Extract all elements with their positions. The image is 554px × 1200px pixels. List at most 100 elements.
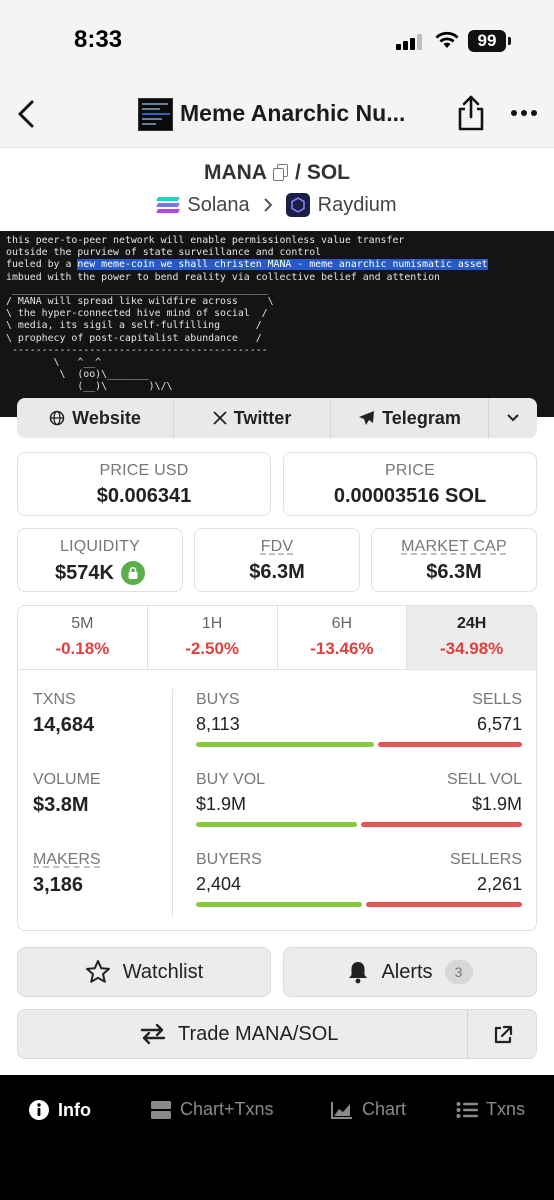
trade-button[interactable]: Trade MANA/SOL	[17, 1009, 537, 1059]
alerts-button[interactable]: Alerts 3	[283, 947, 537, 997]
more-options-button[interactable]	[506, 100, 542, 126]
buys-value: 8,113	[196, 714, 240, 734]
fdv-label[interactable]: FDV	[195, 538, 359, 556]
copy-icon[interactable]	[272, 164, 289, 182]
buyers-label: BUYERS	[196, 851, 262, 868]
terminal-line: (__)\ )\/\	[6, 381, 173, 393]
timeframe-tabs: 5M -0.18% 1H -2.50% 6H -13.46% 24H -34.9…	[18, 606, 536, 670]
buyers-ratio-bar	[196, 902, 522, 907]
wifi-icon	[435, 31, 459, 48]
raydium-logo-icon	[285, 193, 310, 217]
back-button[interactable]	[6, 92, 46, 136]
price-change: -34.98%	[439, 639, 504, 658]
watchlist-button[interactable]: Watchlist	[17, 947, 271, 997]
battery-tip	[508, 37, 511, 45]
token-thumbnail	[138, 98, 173, 131]
price-native-card: PRICE 0.00003516 SOL	[283, 452, 537, 516]
buy-vol-value: $1.9M	[196, 794, 247, 814]
txns-label: TXNS	[33, 691, 76, 708]
terminal-line: / MANA will spread like wildfire across …	[6, 296, 274, 308]
tab-1h[interactable]: 1H -2.50%	[148, 606, 278, 669]
trade-label: Trade MANA/SOL	[178, 1022, 339, 1045]
tab-5m[interactable]: 5M -0.18%	[18, 606, 148, 669]
pair-header: MANA / SOL Solana Raydium	[0, 149, 554, 231]
telegram-label: Telegram	[382, 407, 461, 428]
liquidity-row: $574K	[18, 561, 182, 585]
txns-stat: TXNS 14,684	[33, 691, 94, 737]
battery-indicator: 99	[468, 30, 506, 52]
chain-breadcrumb: Solana Raydium	[0, 193, 554, 217]
buyers-value: 2,404	[196, 874, 242, 894]
sell-vol-label: SELL VOL	[446, 771, 522, 788]
layout-icon	[151, 1100, 171, 1119]
fdv-card: FDV $6.3M	[194, 528, 360, 592]
price-usd-value: $0.006341	[96, 485, 192, 507]
more-dot	[511, 110, 517, 116]
price-native-value: 0.00003516 SOL	[333, 485, 487, 507]
tab-24h[interactable]: 24H -34.98%	[407, 606, 536, 669]
tab-info-label: Info	[58, 1099, 91, 1120]
star-icon	[85, 960, 110, 983]
terminal-line: \ the hyper-connected hive mind of socia…	[6, 308, 268, 320]
market-cap-label[interactable]: MARKET CAP	[372, 538, 536, 556]
watchlist-label: Watchlist	[122, 960, 204, 983]
share-icon	[458, 95, 484, 131]
solana-logo-icon	[156, 196, 181, 214]
liquidity-label: LIQUIDITY	[59, 538, 141, 555]
tab-6h[interactable]: 6H -13.46%	[278, 606, 408, 669]
timeframe-label: 5M	[71, 615, 94, 632]
quote-token-symbol: SOL	[306, 161, 350, 184]
terminal-line: ________________________________________…	[6, 283, 268, 295]
globe-icon	[49, 410, 65, 426]
lock-icon[interactable]	[120, 561, 145, 585]
terminal-line: outside the purview of state surveillanc…	[6, 247, 322, 259]
buy-portion	[196, 742, 375, 747]
pair-title: MANA / SOL	[0, 161, 554, 185]
share-button[interactable]	[454, 94, 488, 132]
twitter-label: Twitter	[233, 407, 292, 428]
bell-icon	[349, 962, 368, 984]
chain-name[interactable]: Solana	[187, 194, 249, 217]
more-dot	[531, 110, 537, 116]
price-change: -0.18%	[55, 639, 110, 658]
market-cap-value: $6.3M	[426, 561, 482, 583]
buys-label: BUYS	[196, 691, 240, 708]
timeframe-stats-panel: 5M -0.18% 1H -2.50% 6H -13.46% 24H -34.9…	[17, 605, 537, 931]
dex-name[interactable]: Raydium	[318, 194, 397, 217]
buy-vol-label: BUY VOL	[196, 771, 266, 788]
tab-chart[interactable]: Chart	[330, 1099, 406, 1120]
status-bar: 8:33 99	[0, 0, 554, 80]
makers-label[interactable]: MAKERS	[33, 851, 101, 869]
price-change: -2.50%	[185, 639, 240, 658]
terminal-line: \ media, its sigil a self-fulfilling /	[6, 320, 262, 332]
twitter-button[interactable]: Twitter	[174, 398, 331, 438]
telegram-icon	[359, 411, 375, 425]
sells-label: SELLS	[472, 691, 522, 708]
status-time: 8:33	[74, 26, 123, 53]
sells-value: 6,571	[476, 714, 522, 734]
highlighted-text: new meme-coin we shall christen MANA - m…	[77, 259, 488, 271]
terminal-line: \ prophecy of post-capitalist abundance …	[6, 332, 262, 344]
tab-info[interactable]: Info	[28, 1099, 91, 1121]
bottom-tab-bar: Info Chart+Txns Chart Txns	[0, 1075, 554, 1200]
metrics-divider	[172, 689, 173, 917]
info-icon	[29, 1100, 49, 1120]
makers-value: 3,186	[33, 874, 84, 896]
tab-txns[interactable]: Txns	[456, 1099, 525, 1120]
alerts-label: Alerts	[381, 960, 433, 983]
tab-chart-txns[interactable]: Chart+Txns	[150, 1099, 274, 1120]
price-usd-label: PRICE USD	[99, 462, 189, 479]
liquidity-card: LIQUIDITY $574K	[17, 528, 183, 592]
alerts-count-badge: 3	[444, 960, 473, 984]
website-label: Website	[72, 407, 141, 428]
more-links-button[interactable]	[489, 398, 537, 438]
telegram-button[interactable]: Telegram	[331, 398, 489, 438]
terminal-line: \ (oo)\_______	[6, 369, 149, 381]
txns-value: 14,684	[33, 714, 95, 736]
sell-portion	[365, 902, 522, 907]
external-link-icon[interactable]	[492, 1024, 514, 1046]
trade-button-divider	[467, 1010, 468, 1058]
terminal-line: this peer-to-peer network will enable pe…	[6, 235, 405, 246]
base-token-symbol: MANA	[203, 161, 267, 184]
website-button[interactable]: Website	[17, 398, 174, 438]
